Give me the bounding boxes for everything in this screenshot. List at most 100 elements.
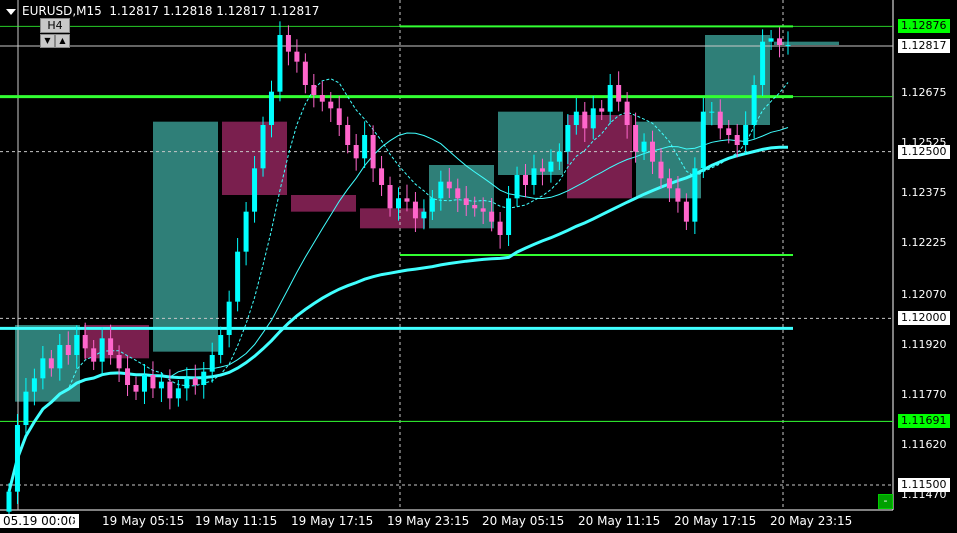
candle-body (421, 211, 427, 219)
candle-body (48, 358, 54, 369)
candle-body (141, 375, 147, 392)
candle-body (336, 108, 342, 125)
candle-body (218, 335, 224, 355)
price-label: 1.11770 (901, 388, 947, 401)
candle-body (209, 355, 215, 372)
candle-body (74, 335, 80, 355)
time-label: 19 May 05:15 (102, 514, 185, 528)
candle-body (412, 201, 418, 219)
candle-body (175, 388, 181, 399)
candle-body (192, 378, 198, 385)
candle-body (506, 198, 512, 235)
candle-body (658, 161, 664, 179)
candle-body (235, 251, 241, 302)
candle-body (743, 125, 749, 145)
candle-body (82, 335, 88, 349)
candle-body (760, 41, 766, 85)
candle-body (573, 111, 579, 125)
candle-body (751, 85, 757, 125)
candle-body (785, 45, 791, 46)
price-chart[interactable] (0, 0, 957, 533)
candle-body (99, 338, 105, 362)
candle-body (328, 101, 334, 109)
candle-body (91, 348, 97, 362)
candle-body (777, 38, 783, 45)
candle-body (277, 35, 283, 92)
candle-body (616, 85, 622, 102)
candle-body (565, 125, 571, 152)
candle-body (150, 375, 156, 389)
time-label: 19 May 23:15 (387, 514, 470, 528)
candle-body (675, 188, 681, 202)
candle-body (548, 161, 554, 172)
candle-body (480, 208, 486, 212)
time-label: 05.19 00:00 (0, 514, 79, 528)
candle-body (404, 198, 410, 202)
candle-body (285, 35, 291, 52)
candle-body (116, 355, 122, 369)
candle-body (429, 198, 435, 212)
candle-body (734, 135, 740, 145)
candle-body (523, 175, 529, 185)
collapse-button[interactable]: - (878, 494, 893, 509)
candle-body (641, 141, 647, 152)
candle-body (302, 61, 308, 85)
candle-body (455, 188, 461, 199)
candle-body (158, 381, 164, 389)
candle-body (489, 211, 495, 222)
candle-body (268, 91, 274, 125)
candle-body (590, 108, 596, 129)
candle-body (472, 205, 478, 209)
candle-body (556, 151, 562, 162)
candle-body (650, 141, 656, 162)
candle-body (252, 168, 258, 212)
price-label: 1.12876 (898, 19, 950, 34)
candle-body (125, 368, 131, 385)
candle-body (726, 128, 732, 135)
candle-body (31, 378, 37, 392)
candle-body (133, 385, 139, 392)
candle-body (683, 201, 689, 222)
candle-body (319, 95, 325, 102)
timeframe-up-button[interactable]: ▲ (55, 34, 70, 48)
candle-body (446, 181, 452, 189)
candle-body (531, 168, 537, 185)
candle-body (497, 221, 503, 235)
candle-body (362, 135, 368, 159)
candle-body (40, 358, 46, 379)
candle-body (23, 391, 29, 425)
price-label: 1.11691 (898, 414, 950, 429)
timeframe-down-button[interactable]: ▼ (40, 34, 55, 48)
time-label: 5 (70, 514, 78, 528)
time-label: 20 May 05:15 (482, 514, 565, 528)
price-label: 1.12817 (898, 39, 950, 53)
candle-body (717, 111, 723, 129)
candle-body (387, 185, 393, 209)
candle-body (260, 125, 266, 169)
candle-body (108, 338, 114, 355)
candle-body (311, 85, 317, 95)
candle-body (226, 301, 232, 335)
price-label: 1.12500 (898, 144, 950, 159)
candle-body (396, 198, 401, 209)
candle-body (345, 125, 351, 145)
chart-header: EURUSD,M15 1.12817 1.12818 1.12817 1.128… (6, 4, 319, 18)
candle-body (167, 381, 173, 399)
price-label: 1.12675 (901, 86, 947, 100)
h4-box (15, 325, 80, 402)
candle-body (463, 198, 469, 205)
candle-body (700, 111, 706, 169)
candle-body (539, 168, 545, 172)
price-label: 1.11620 (901, 438, 947, 451)
price-label: 1.12070 (901, 288, 947, 301)
candle-body (243, 211, 249, 252)
candle-body (709, 111, 715, 113)
symbol-info: EURUSD,M15 (22, 4, 102, 18)
candle-body (379, 168, 385, 185)
candle-body (353, 145, 359, 159)
candle-body (692, 168, 698, 222)
candle-body (201, 371, 207, 385)
candle-body (666, 178, 672, 189)
time-label: 20 May 23:15 (770, 514, 853, 528)
menu-triangle-icon[interactable] (6, 8, 16, 15)
